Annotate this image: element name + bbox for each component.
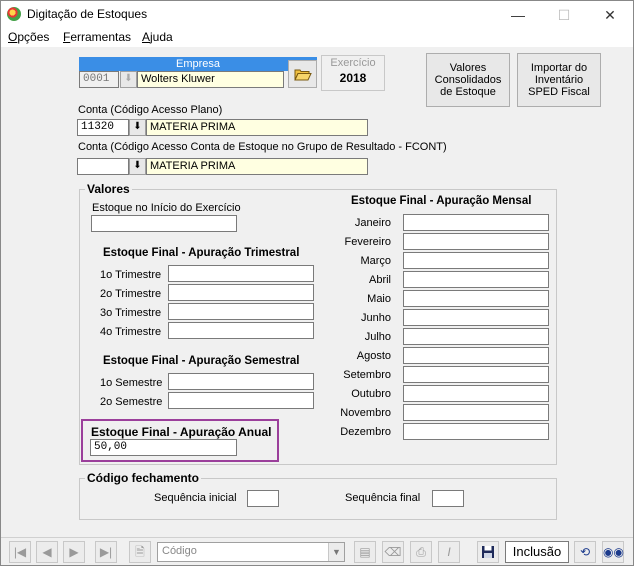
conta-fcont-code-field[interactable] xyxy=(77,158,129,175)
main-window: Digitação de Estoques — ☐ ✕ Opções Ferra… xyxy=(0,0,634,566)
trimestre-3-field[interactable] xyxy=(168,303,314,320)
mes-label: Outubro xyxy=(351,388,391,400)
next-record-icon[interactable]: ▶ xyxy=(63,541,85,563)
mes-label: Setembro xyxy=(343,369,391,381)
semestral-title: Estoque Final - Apuração Semestral xyxy=(103,355,300,367)
mes-field[interactable] xyxy=(403,252,549,269)
mes-label: Abril xyxy=(368,274,391,286)
mes-label: Dezembro xyxy=(340,426,391,438)
trimestre-2-field[interactable] xyxy=(168,284,314,301)
semestre-1-label: 1o Semestre xyxy=(100,377,163,389)
mes-field[interactable] xyxy=(403,328,549,345)
conta-fcont-desc-field[interactable]: MATERIA PRIMA xyxy=(146,158,368,175)
empresa-header: Empresa xyxy=(79,57,317,71)
bottom-toolbar: |◀ ◀ ▶ ▶| 🗎 Código ▼ ▤ ⌫ ⎙ I Inclusão ⟲ … xyxy=(1,537,633,565)
inicio-field[interactable] xyxy=(91,215,237,232)
open-folder-icon xyxy=(293,69,312,81)
exercicio-value: 2018 xyxy=(339,71,367,85)
title-bar: Digitação de Estoques — ☐ ✕ xyxy=(1,1,633,29)
empresa-lookup-button[interactable]: ⬇ xyxy=(120,71,137,88)
mes-field[interactable] xyxy=(403,214,549,231)
mes-field[interactable] xyxy=(403,290,549,307)
mes-label: Maio xyxy=(367,293,391,305)
semestre-2-field[interactable] xyxy=(168,392,314,409)
combo-value: Código xyxy=(162,545,197,557)
new-document-icon[interactable]: 🗎 xyxy=(129,541,151,563)
menu-bar: Opções Ferramentas Ajuda xyxy=(1,29,633,47)
mes-label: Junho xyxy=(361,312,391,324)
mes-label: Março xyxy=(360,255,391,267)
app-icon xyxy=(7,7,21,21)
mes-label: Novembro xyxy=(340,407,391,419)
binoculars-icon[interactable]: ◉◉ xyxy=(602,541,624,563)
conta-code-field[interactable]: 11320 xyxy=(77,119,129,136)
semestre-1-field[interactable] xyxy=(168,373,314,390)
delete-icon[interactable]: ⌫ xyxy=(382,541,404,563)
status-field: Inclusão xyxy=(505,541,569,563)
first-record-icon[interactable]: |◀ xyxy=(9,541,31,563)
window-title: Digitação de Estoques xyxy=(27,7,148,21)
seq-inicial-field[interactable] xyxy=(247,490,279,507)
trimestre-4-label: 4o Trimestre xyxy=(100,326,162,338)
inicio-label: Estoque no Início do Exercício xyxy=(92,202,241,214)
importar-sped-button[interactable]: Importar do Inventário SPED Fiscal xyxy=(517,53,601,107)
chevron-down-icon[interactable]: ▼ xyxy=(328,543,344,561)
seq-inicial-label: Sequência inicial xyxy=(154,492,237,504)
maximize-icon[interactable]: ☐ xyxy=(541,1,587,29)
trimestral-title: Estoque Final - Apuração Trimestral xyxy=(103,247,300,259)
menu-opcoes[interactable]: Opções xyxy=(8,30,49,44)
exercicio-label: Exercício xyxy=(330,57,376,69)
save-disk-icon[interactable] xyxy=(477,541,499,563)
mes-field[interactable] xyxy=(403,404,549,421)
seq-final-label: Sequência final xyxy=(345,492,421,504)
close-icon[interactable]: ✕ xyxy=(587,1,633,29)
conta-label: Conta (Código Acesso Plano) xyxy=(78,104,223,116)
mensal-title: Estoque Final - Apuração Mensal xyxy=(351,195,532,207)
print-icon[interactable]: ⎙ xyxy=(410,541,432,563)
valores-consolidados-button[interactable]: Valores Consolidados de Estoque xyxy=(426,53,510,107)
exercicio-box: Exercício 2018 xyxy=(321,55,385,91)
seq-final-field[interactable] xyxy=(432,490,464,507)
mes-label: Janeiro xyxy=(354,217,391,229)
trimestre-2-label: 2o Trimestre xyxy=(100,288,162,300)
mes-field[interactable] xyxy=(403,385,549,402)
copy-icon[interactable]: ▤ xyxy=(354,541,376,563)
semestre-2-label: 2o Semestre xyxy=(100,396,163,408)
conta-desc-field[interactable]: MATERIA PRIMA xyxy=(146,119,368,136)
mes-field[interactable] xyxy=(403,233,549,250)
open-folder-button[interactable] xyxy=(288,60,317,88)
mes-field[interactable] xyxy=(403,423,549,440)
trimestre-4-field[interactable] xyxy=(168,322,314,339)
anual-title: Estoque Final - Apuração Anual xyxy=(91,425,272,439)
empresa-name-field[interactable]: Wolters Kluwer xyxy=(137,71,284,88)
mes-field[interactable] xyxy=(403,347,549,364)
previous-record-icon[interactable]: ◀ xyxy=(36,541,58,563)
anual-field[interactable]: 50,00 xyxy=(90,439,237,456)
trimestre-1-field[interactable] xyxy=(168,265,314,282)
menu-ferramentas[interactable]: Ferramentas xyxy=(63,30,131,44)
trimestre-3-label: 3o Trimestre xyxy=(100,307,162,319)
mes-field[interactable] xyxy=(403,366,549,383)
conta-fcont-label: Conta (Código Acesso Conta de Estoque no… xyxy=(78,141,447,153)
undo-icon[interactable]: ⟲ xyxy=(574,541,596,563)
conta-fcont-lookup-button[interactable]: ⬇ xyxy=(129,158,146,175)
italic-icon[interactable]: I xyxy=(438,541,460,563)
valores-legend: Valores xyxy=(85,182,132,196)
mes-field[interactable] xyxy=(403,271,549,288)
mes-label: Julho xyxy=(364,331,391,343)
mes-field[interactable] xyxy=(403,309,549,326)
trimestre-1-label: 1o Trimestre xyxy=(100,269,162,281)
menu-ajuda[interactable]: Ajuda xyxy=(142,30,173,44)
minimize-icon[interactable]: — xyxy=(495,1,541,29)
mes-label: Fevereiro xyxy=(344,236,391,248)
search-field-combo[interactable]: Código ▼ xyxy=(157,542,345,562)
last-record-icon[interactable]: ▶| xyxy=(95,541,117,563)
empresa-code-field[interactable]: 0001 xyxy=(79,71,119,88)
conta-lookup-button[interactable]: ⬇ xyxy=(129,119,146,136)
fechamento-legend: Código fechamento xyxy=(85,471,202,485)
mes-label: Agosto xyxy=(356,350,391,362)
